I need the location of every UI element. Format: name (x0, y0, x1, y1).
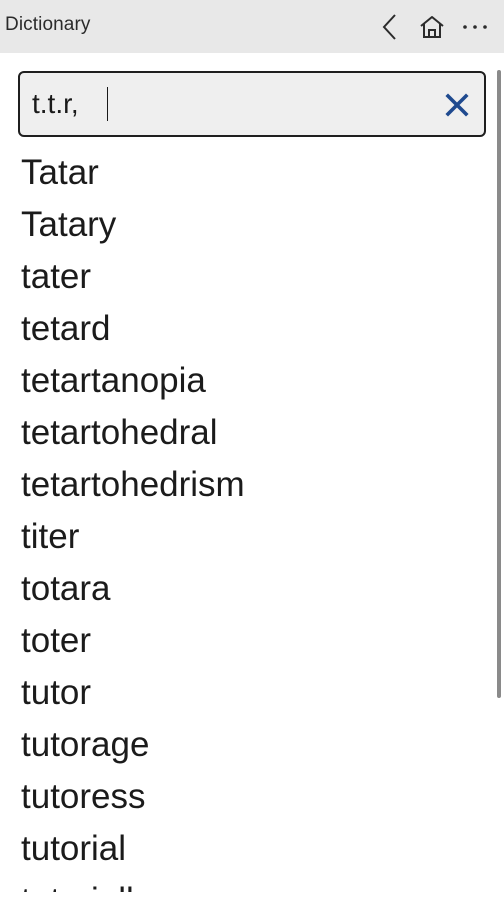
result-item[interactable]: totara (21, 563, 111, 615)
result-item[interactable]: tutoress (21, 771, 146, 823)
result-item[interactable]: tutor (21, 667, 91, 719)
result-item[interactable]: tetartohedral (21, 407, 218, 459)
scrollbar-thumb[interactable] (497, 70, 501, 698)
home-icon (420, 16, 444, 38)
search-box (18, 71, 486, 137)
search-input[interactable] (32, 83, 432, 125)
dictionary-app: Dictionary t.t.r, Tatar Tatary tater tet… (0, 0, 504, 900)
result-item[interactable]: tutorial (21, 823, 126, 875)
result-item[interactable]: Tatar (21, 147, 99, 199)
app-title: Dictionary (5, 14, 91, 35)
results-list: Tatar Tatary tater tetard tetartanopia t… (0, 147, 496, 892)
result-item[interactable]: toter (21, 615, 91, 667)
home-button[interactable] (416, 11, 448, 43)
close-icon (445, 93, 469, 117)
text-caret (107, 87, 108, 121)
back-button[interactable] (374, 11, 406, 43)
clear-search-button[interactable] (444, 92, 470, 118)
result-item[interactable]: Tatary (21, 199, 116, 251)
result-item[interactable]: tetartanopia (21, 355, 206, 407)
result-item[interactable]: tutorially (21, 875, 151, 892)
result-item[interactable]: titer (21, 511, 79, 563)
result-item[interactable]: tetard (21, 303, 111, 355)
result-item[interactable]: tetartohedrism (21, 459, 245, 511)
chevron-left-icon (382, 14, 396, 40)
result-item[interactable]: tater (21, 251, 91, 303)
title-bar: Dictionary (0, 0, 504, 53)
more-button[interactable] (459, 11, 491, 43)
result-item[interactable]: tutorage (21, 719, 149, 771)
more-horizontal-icon (463, 25, 487, 29)
